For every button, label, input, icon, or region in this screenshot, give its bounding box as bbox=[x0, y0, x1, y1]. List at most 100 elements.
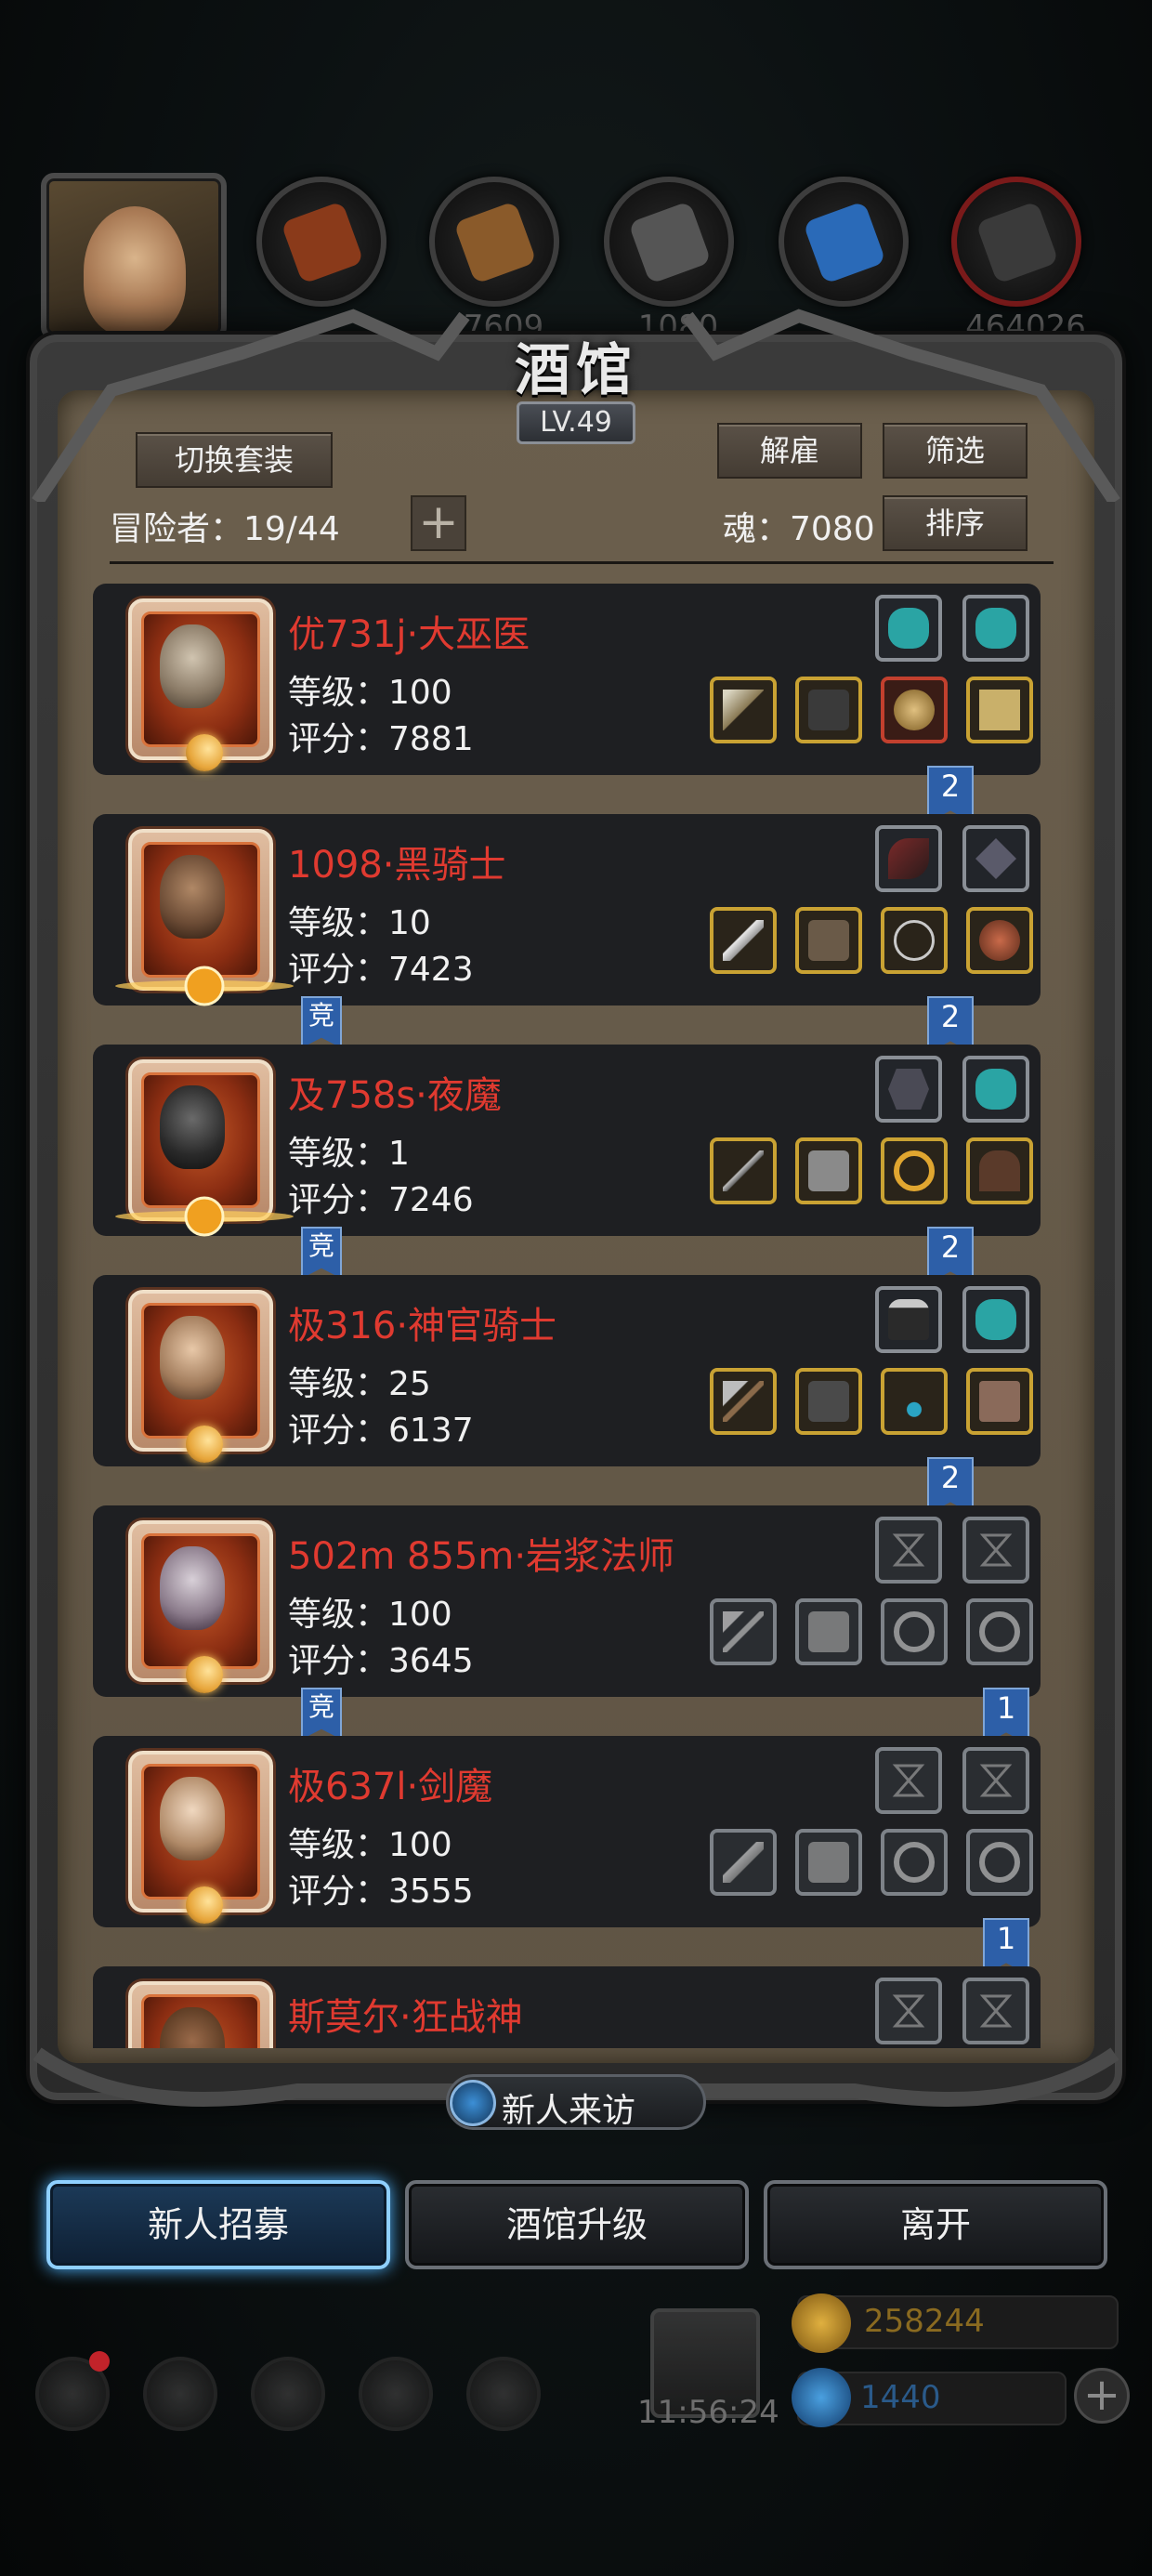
armor-slot[interactable] bbox=[795, 907, 862, 974]
gem-slot[interactable] bbox=[875, 1747, 942, 1814]
armor-slot[interactable] bbox=[795, 1598, 862, 1665]
hero-portrait bbox=[115, 1059, 294, 1237]
turquoise-gem-icon bbox=[888, 608, 929, 649]
scroll-icon bbox=[979, 690, 1020, 730]
cloak-icon bbox=[979, 1150, 1020, 1191]
wood-plank-icon bbox=[453, 201, 537, 284]
accessory-slot[interactable] bbox=[881, 1598, 948, 1665]
ring-icon bbox=[979, 1611, 1020, 1652]
accessory-slot[interactable] bbox=[881, 677, 948, 743]
accessory-slot[interactable] bbox=[881, 1829, 948, 1896]
gold-amount: 258244 bbox=[864, 2303, 985, 2340]
hero-row[interactable]: 极316·神官骑士 等级：25 评分：6137 bbox=[93, 1275, 1041, 1466]
trinket-slot[interactable] bbox=[966, 1829, 1033, 1896]
gem-slot[interactable] bbox=[875, 825, 942, 892]
hero-level: 等级：100 bbox=[288, 674, 452, 712]
trinket-slot[interactable] bbox=[966, 1598, 1033, 1665]
armor-icon bbox=[808, 920, 849, 961]
dark-ingot-icon bbox=[975, 201, 1059, 284]
mail-icon[interactable] bbox=[359, 2357, 433, 2431]
weapon-slot[interactable] bbox=[710, 1598, 777, 1665]
gem-slot[interactable] bbox=[875, 1517, 942, 1584]
turquoise-gem-icon bbox=[975, 608, 1016, 649]
ring-icon bbox=[979, 1842, 1020, 1883]
gift-timer: 11:56:24 bbox=[637, 2394, 779, 2431]
hero-score: 评分：6137 bbox=[288, 1412, 474, 1450]
upgrade-tavern-button[interactable]: 酒馆升级 bbox=[405, 2180, 749, 2269]
add-currency-button[interactable]: + bbox=[1074, 2368, 1130, 2424]
weapon-slot[interactable] bbox=[710, 1829, 777, 1896]
feather-icon bbox=[888, 838, 929, 879]
hero-row[interactable]: 502m 855m·岩浆法师 等级：100 评分：3645 bbox=[93, 1505, 1041, 1697]
sort-button[interactable]: 排序 bbox=[883, 495, 1028, 551]
hero-name: 502m 855m·岩浆法师 bbox=[288, 1535, 675, 1578]
filter-button[interactable]: 筛选 bbox=[883, 423, 1028, 479]
quest-icon[interactable] bbox=[251, 2357, 325, 2431]
trinket-slot[interactable] bbox=[966, 907, 1033, 974]
gem-slot[interactable] bbox=[875, 1286, 942, 1353]
hourglass-icon bbox=[892, 1994, 925, 2028]
gem-slot[interactable] bbox=[962, 1286, 1029, 1353]
iron-ingot-icon bbox=[628, 201, 712, 284]
hero-level: 等级：1 bbox=[288, 1135, 410, 1173]
gem-slot[interactable] bbox=[962, 825, 1029, 892]
trinket-slot[interactable] bbox=[966, 677, 1033, 743]
sword-icon bbox=[723, 1842, 764, 1883]
gem-slot[interactable] bbox=[875, 1056, 942, 1123]
armor-slot[interactable] bbox=[795, 677, 862, 743]
trinket-slot[interactable] bbox=[966, 1368, 1033, 1435]
hero-row[interactable]: 优731j·大巫医 等级：100 评分：7881 bbox=[93, 584, 1041, 775]
turquoise-gem-icon bbox=[975, 1299, 1016, 1340]
hero-name: 1098·黑骑士 bbox=[288, 844, 506, 887]
hero-list[interactable]: 优731j·大巫医 等级：100 评分：7881 2 1098·黑骑士 等级：1… bbox=[89, 571, 1061, 2048]
hero-level: 等级：100 bbox=[288, 1596, 452, 1634]
turquoise-gem-icon bbox=[975, 1069, 1016, 1110]
map-icon[interactable] bbox=[466, 2357, 541, 2431]
arena-ribbon: 竞 bbox=[301, 1227, 342, 1279]
new-visitor-label: 新人来访 bbox=[502, 2092, 636, 2130]
leave-button[interactable]: 离开 bbox=[764, 2180, 1107, 2269]
gem-slot[interactable] bbox=[962, 1056, 1029, 1123]
weapon-slot[interactable] bbox=[710, 907, 777, 974]
hero-row[interactable]: 及758s·夜魔 等级：1 评分：7246 bbox=[93, 1045, 1041, 1237]
hero-portrait bbox=[128, 1751, 273, 1924]
gem-amount: 1440 bbox=[860, 2379, 941, 2416]
gem-slot[interactable] bbox=[962, 1747, 1029, 1814]
weapon-slot[interactable] bbox=[710, 677, 777, 743]
dismiss-button[interactable]: 解雇 bbox=[717, 423, 862, 479]
hero-portrait bbox=[128, 598, 273, 771]
refresh-icon bbox=[450, 2080, 496, 2126]
gem-slot[interactable] bbox=[962, 1517, 1029, 1584]
hero-level: 等级：100 bbox=[288, 1826, 452, 1864]
sun-rank-icon bbox=[115, 1196, 294, 1237]
add-slot-button[interactable]: + bbox=[411, 495, 466, 551]
switch-outfit-button[interactable]: 切换套装 bbox=[136, 432, 333, 488]
weapon-slot[interactable] bbox=[710, 1137, 777, 1204]
armor-slot[interactable] bbox=[795, 1137, 862, 1204]
pendant-icon bbox=[894, 1381, 935, 1422]
hero-score: 评分：7423 bbox=[288, 951, 474, 989]
weapon-slot[interactable] bbox=[710, 1368, 777, 1435]
ring-icon bbox=[894, 1611, 935, 1652]
hourglass-icon bbox=[979, 1764, 1013, 1797]
hero-score: 评分：3555 bbox=[288, 1873, 474, 1911]
notification-dot bbox=[89, 2351, 110, 2372]
hero-row[interactable]: 1098·黑骑士 等级：10 评分：7423 bbox=[93, 814, 1041, 1006]
guild-icon[interactable] bbox=[143, 2357, 217, 2431]
hero-name: 优731j·大巫医 bbox=[288, 613, 530, 656]
recruit-button[interactable]: 新人招募 bbox=[46, 2180, 390, 2269]
hero-row[interactable]: 极637l·剑魔 等级：100 评分：3555 bbox=[93, 1736, 1041, 1927]
gem-slot[interactable] bbox=[962, 595, 1029, 662]
hourglass-icon bbox=[979, 1994, 1013, 2028]
armor-slot[interactable] bbox=[795, 1368, 862, 1435]
accessory-slot[interactable] bbox=[881, 1368, 948, 1435]
armor-icon bbox=[808, 1381, 849, 1422]
trinket-slot[interactable] bbox=[966, 1137, 1033, 1204]
accessory-slot[interactable] bbox=[881, 907, 948, 974]
armor-slot[interactable] bbox=[795, 1829, 862, 1896]
hero-portrait bbox=[115, 829, 294, 1006]
gem-slot[interactable] bbox=[875, 595, 942, 662]
moon-badge-icon bbox=[186, 734, 223, 771]
armor-icon bbox=[808, 1150, 849, 1191]
accessory-slot[interactable] bbox=[881, 1137, 948, 1204]
